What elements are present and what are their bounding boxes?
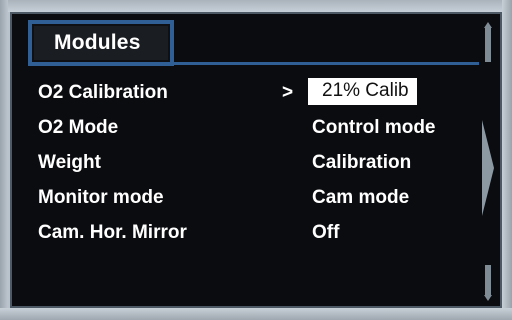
menu-item-o2-mode[interactable]: O2 Mode Control mode [12, 113, 482, 148]
page-title: Modules [54, 31, 141, 54]
device-bezel-bottom [0, 308, 512, 320]
menu-item-label: O2 Calibration [38, 82, 168, 103]
scrollbar[interactable] [482, 20, 496, 302]
menu-item-label: Weight [38, 152, 101, 173]
menu-item-monitor-mode[interactable]: Monitor mode Cam mode [12, 183, 482, 218]
device-bezel-left [0, 0, 8, 320]
menu-item-value[interactable]: Control mode [312, 117, 436, 139]
scroll-up-arrow-icon[interactable] [484, 22, 492, 62]
menu-item-label: O2 Mode [38, 117, 119, 138]
menu-item-o2-calibration[interactable]: O2 Calibration > 21% Calib [12, 78, 482, 113]
menu-item-value[interactable]: Cam mode [312, 187, 409, 209]
menu-item-value[interactable]: Calibration [312, 152, 411, 174]
title-divider [174, 62, 479, 65]
lcd-screen: Modules O2 Calibration > 21% Calib O2 Mo… [10, 12, 502, 308]
device-bezel-top [0, 0, 512, 12]
scroll-down-arrow-icon[interactable] [484, 265, 492, 301]
menu-item-label: Monitor mode [38, 187, 164, 208]
menu-item-value-selected[interactable]: 21% Calib [308, 78, 417, 105]
menu-item-cam-hor-mirror[interactable]: Cam. Hor. Mirror Off [12, 218, 482, 253]
device-bezel-right [502, 0, 512, 320]
menu-item-label: Cam. Hor. Mirror [38, 222, 187, 243]
page-title-box: Modules [28, 20, 174, 66]
menu-list: O2 Calibration > 21% Calib O2 Mode Contr… [12, 78, 482, 253]
menu-item-value[interactable]: Off [312, 222, 339, 244]
scroll-thumb-triangle-icon[interactable] [482, 120, 494, 216]
selection-cursor-icon: > [282, 82, 294, 103]
menu-item-weight[interactable]: Weight Calibration [12, 148, 482, 183]
